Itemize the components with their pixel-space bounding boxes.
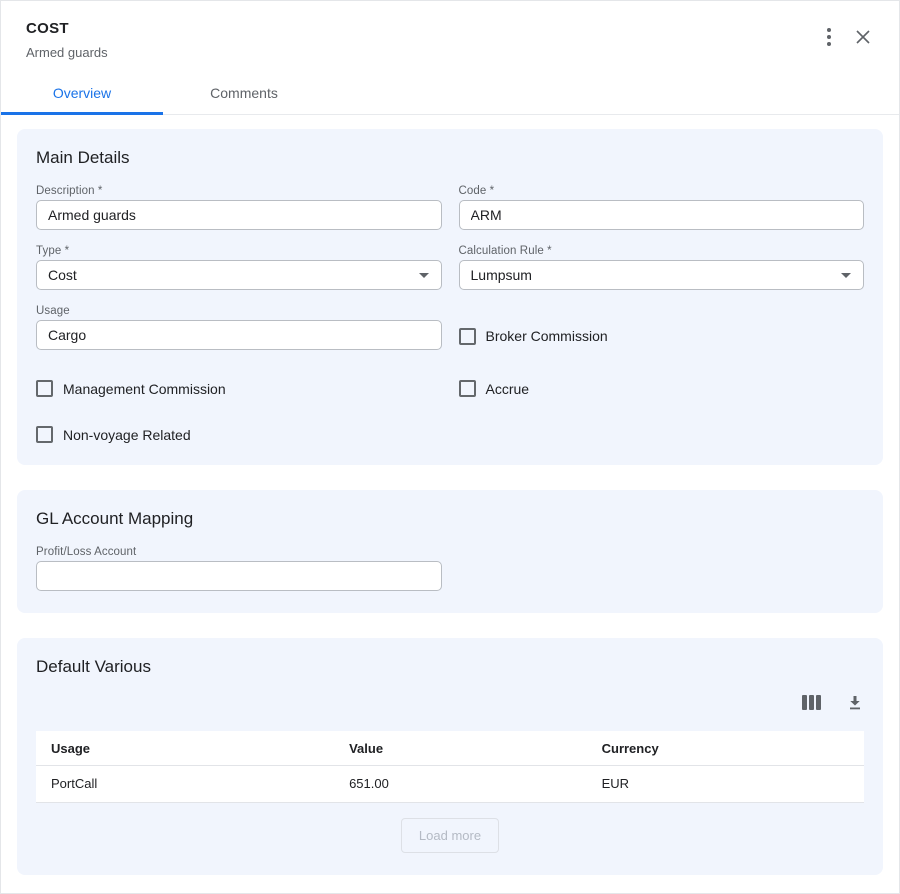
default-various-title: Default Various [36,657,864,677]
type-field: Type * Cost [36,245,442,290]
usage-input[interactable] [36,320,442,350]
column-header-usage[interactable]: Usage [36,731,334,766]
cell-usage: PortCall [36,766,334,803]
main-details-section: Main Details Description * Code * Type *… [17,129,883,465]
broker-commission-label: Broker Commission [486,328,608,344]
description-field: Description * [36,185,442,230]
page-title: COST [26,20,875,37]
code-field: Code * [459,185,865,230]
default-various-table: Usage Value Currency PortCall 651.00 EUR [36,731,864,803]
tab-comments[interactable]: Comments [163,75,325,114]
load-more-button[interactable]: Load more [401,818,499,853]
chevron-down-icon [419,273,429,278]
profit-loss-account-field: Profit/Loss Account [36,546,442,591]
page-subtitle: Armed guards [26,45,875,60]
description-input[interactable] [36,200,442,230]
description-label: Description * [36,185,442,197]
download-icon[interactable] [847,694,863,711]
load-more-container: Load more [36,818,864,853]
column-header-currency[interactable]: Currency [587,731,864,766]
usage-label: Usage [36,305,442,317]
non-voyage-related-label: Non-voyage Related [63,427,191,443]
calculation-rule-label: Calculation Rule * [459,245,865,257]
management-commission-checkbox[interactable]: Management Commission [36,380,442,397]
non-voyage-related-checkbox[interactable]: Non-voyage Related [36,426,442,443]
management-commission-label: Management Commission [63,381,226,397]
table-row[interactable]: PortCall 651.00 EUR [36,766,864,803]
chevron-down-icon [841,273,851,278]
profit-loss-account-label: Profit/Loss Account [36,546,442,558]
panel-header: COST Armed guards [1,1,899,60]
tab-bar: Overview Comments [1,75,899,115]
panel-content: Main Details Description * Code * Type *… [1,115,899,888]
column-header-value[interactable]: Value [334,731,587,766]
calculation-rule-select-value: Lumpsum [471,267,532,283]
close-icon[interactable] [855,29,871,45]
checkbox-box [459,328,476,345]
checkbox-box [36,380,53,397]
type-label: Type * [36,245,442,257]
main-details-title: Main Details [36,148,864,168]
gl-account-mapping-section: GL Account Mapping Profit/Loss Account [17,490,883,613]
checkbox-box [459,380,476,397]
code-label: Code * [459,185,865,197]
default-various-section: Default Various Usage Value Currency [17,638,883,875]
columns-icon[interactable] [801,694,822,711]
tab-overview[interactable]: Overview [1,75,163,114]
calculation-rule-field: Calculation Rule * Lumpsum [459,245,865,290]
profit-loss-account-input[interactable] [36,561,442,591]
broker-commission-checkbox[interactable]: Broker Commission [459,328,608,345]
code-input[interactable] [459,200,865,230]
calculation-rule-select[interactable]: Lumpsum [459,260,865,290]
checkbox-box [36,426,53,443]
usage-field: Usage [36,305,442,350]
table-toolbar [36,694,863,711]
type-select[interactable]: Cost [36,260,442,290]
cell-currency: EUR [587,766,864,803]
kebab-menu-icon[interactable] [825,26,833,48]
cell-value: 651.00 [334,766,587,803]
accrue-label: Accrue [486,381,530,397]
table-header-row: Usage Value Currency [36,731,864,766]
type-select-value: Cost [48,267,77,283]
gl-account-mapping-title: GL Account Mapping [36,509,864,529]
header-actions [825,26,871,48]
accrue-checkbox[interactable]: Accrue [459,380,865,397]
